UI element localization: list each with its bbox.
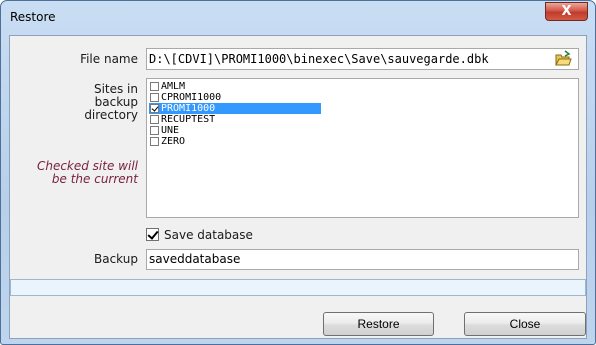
backup-name-field[interactable]: saveddatabase [146,249,579,270]
restore-dialog: Restore X File name D:\[CDVI]\PROMI1000\… [0,0,596,345]
site-name: PROMI1000 [161,103,216,114]
dialog-body: File name D:\[CDVI]\PROMI1000\binexec\Sa… [9,35,587,339]
status-bar [10,279,586,296]
site-checkbox[interactable] [150,93,159,102]
save-database-checkbox[interactable] [146,228,159,241]
list-item[interactable]: CPROMI1000 [149,92,321,103]
site-checkbox[interactable] [150,115,159,124]
sites-list[interactable]: AMLM CPROMI1000 PROMI1000 RECUPTEST UNE … [146,78,579,218]
note-line-2: be the current [51,172,138,186]
backup-name-value: saveddatabase [149,252,241,266]
sites-label-line-2: backup [94,95,138,109]
folder-open-icon[interactable] [554,50,572,68]
list-item[interactable]: ZERO [149,136,321,147]
list-item[interactable]: UNE [149,125,321,136]
list-item[interactable]: RECUPTEST [149,114,321,125]
close-button[interactable]: Close [464,312,586,336]
list-item[interactable]: AMLM [149,81,321,92]
close-window-button[interactable]: X [545,2,588,21]
site-name: AMLM [161,81,186,92]
site-name: CPROMI1000 [161,92,222,103]
backup-label: Backup [94,252,138,266]
site-checkbox[interactable] [150,82,159,91]
title-bar[interactable]: Restore X [1,1,595,35]
site-checkbox[interactable] [150,137,159,146]
site-name: UNE [161,125,180,136]
sites-label-line-1: Sites in [93,82,138,96]
window-title: Restore [10,10,56,24]
site-name: RECUPTEST [161,114,216,125]
file-name-value: D:\[CDVI]\PROMI1000\binexec\Save\sauvega… [149,52,489,66]
site-checkbox[interactable] [150,126,159,135]
restore-button[interactable]: Restore [323,312,434,336]
save-database-label[interactable]: Save database [164,228,253,242]
file-name-label: File name [80,52,138,66]
site-name: ZERO [161,136,186,147]
list-item-selected[interactable]: PROMI1000 [149,103,321,114]
site-checkbox[interactable] [150,104,159,113]
file-name-field[interactable]: D:\[CDVI]\PROMI1000\binexec\Save\sauvega… [146,48,579,70]
close-icon: X [561,4,572,19]
sites-label-line-3: directory [84,108,138,122]
note-line-1: Checked site will [36,159,138,173]
